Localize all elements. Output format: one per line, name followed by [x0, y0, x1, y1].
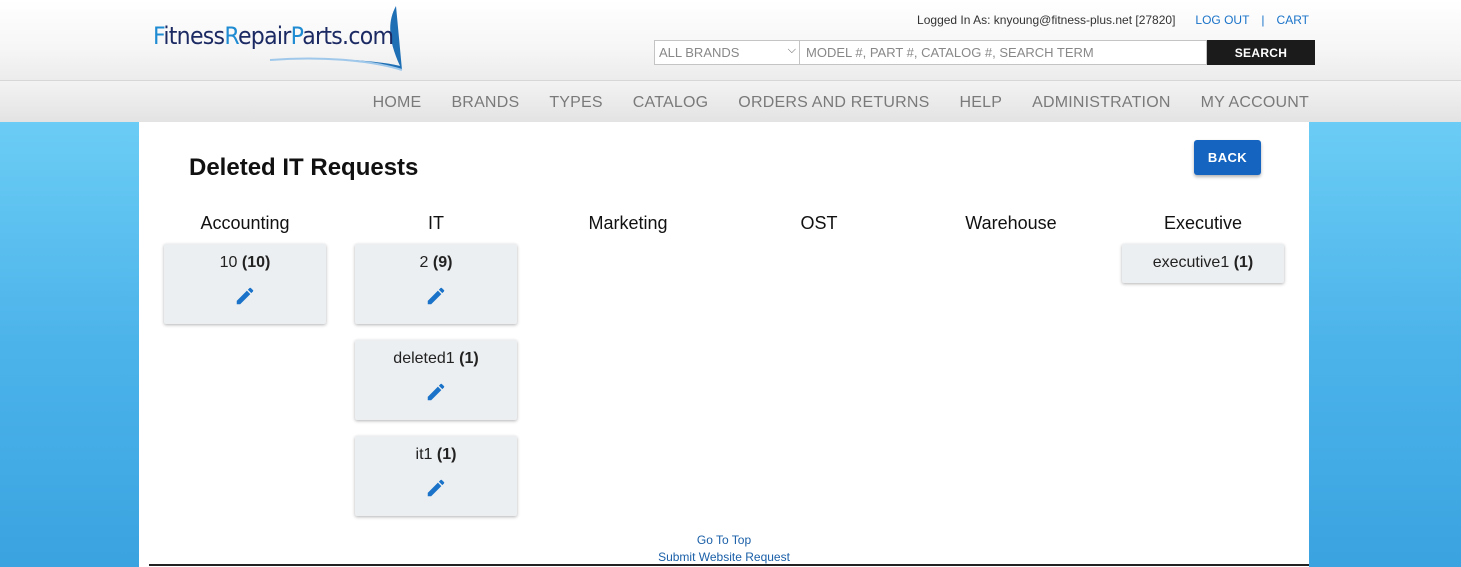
search-input[interactable]: MODEL #, PART #, CATALOG #, SEARCH TERM: [800, 40, 1207, 65]
card-label: executive1 (1): [1152, 254, 1254, 271]
page-title: Deleted IT Requests: [189, 154, 419, 181]
edit-pencil-icon[interactable]: [425, 285, 447, 307]
edit-pencil-icon[interactable]: [425, 477, 447, 499]
request-card[interactable]: it1 (1): [355, 436, 517, 516]
cart-link[interactable]: CART: [1277, 13, 1309, 27]
request-card[interactable]: 10 (10): [164, 244, 326, 324]
nav-administration[interactable]: ADMINISTRATION: [1032, 94, 1171, 112]
main-content: Deleted IT Requests BACK Accounting 10 (…: [139, 122, 1309, 567]
site-header: FitnessRepairParts.com Logged In As: kny…: [0, 0, 1461, 80]
column-marketing: Marketing: [547, 212, 709, 234]
logo-text: FitnessRepairParts.com: [153, 22, 394, 50]
go-to-top-link[interactable]: Go To Top: [139, 532, 1309, 549]
card-label: 2 (9): [419, 254, 453, 271]
edit-pencil-icon[interactable]: [234, 285, 256, 307]
nav-my-account[interactable]: MY ACCOUNT: [1201, 94, 1309, 112]
column-accounting: Accounting 10 (10): [164, 212, 326, 324]
back-button[interactable]: BACK: [1194, 140, 1261, 175]
brand-select-value: ALL BRANDS: [659, 45, 740, 60]
column-title: OST: [800, 213, 838, 233]
search-bar: ALL BRANDS ⌵ MODEL #, PART #, CATALOG #,…: [654, 40, 1315, 65]
separator: |: [1261, 13, 1265, 27]
card-label: 10 (10): [219, 254, 271, 271]
footer-links: Go To Top Submit Website Request: [139, 532, 1309, 566]
request-card[interactable]: 2 (9): [355, 244, 517, 324]
logged-in-label: Logged In As: knyoung@fitness-plus.net […: [917, 13, 1176, 27]
nav-help[interactable]: HELP: [959, 94, 1002, 112]
logout-link[interactable]: LOG OUT: [1195, 13, 1249, 27]
column-ost: OST: [738, 212, 900, 234]
nav-brands[interactable]: BRANDS: [451, 94, 519, 112]
column-title: Executive: [1163, 213, 1243, 233]
card-label: deleted1 (1): [393, 350, 479, 367]
brand-select[interactable]: ALL BRANDS ⌵: [654, 40, 800, 65]
column-title: IT: [428, 213, 444, 233]
column-warehouse: Warehouse: [930, 212, 1092, 234]
search-placeholder: MODEL #, PART #, CATALOG #, SEARCH TERM: [806, 45, 1094, 60]
nav-types[interactable]: TYPES: [549, 94, 602, 112]
card-label: it1 (1): [415, 446, 457, 463]
request-card[interactable]: deleted1 (1): [355, 340, 517, 420]
nav-catalog[interactable]: CATALOG: [633, 94, 709, 112]
main-nav: HOME BRANDS TYPES CATALOG ORDERS AND RET…: [0, 80, 1461, 122]
nav-home[interactable]: HOME: [373, 94, 422, 112]
request-card[interactable]: executive1 (1): [1122, 244, 1284, 283]
user-bar: Logged In As: knyoung@fitness-plus.net […: [917, 13, 1309, 27]
column-it: IT 2 (9) deleted1 (1) it1 (1): [355, 212, 517, 516]
column-title: Warehouse: [965, 213, 1057, 233]
column-title: Marketing: [588, 213, 668, 233]
site-logo[interactable]: FitnessRepairParts.com: [150, 4, 410, 74]
footer-divider: [149, 564, 1309, 566]
column-title: Accounting: [200, 213, 290, 233]
edit-pencil-icon[interactable]: [425, 381, 447, 403]
search-button[interactable]: SEARCH: [1207, 40, 1315, 65]
nav-orders-and-returns[interactable]: ORDERS AND RETURNS: [738, 94, 929, 112]
chevron-down-icon: ⌵: [787, 44, 796, 56]
column-executive: Executive executive1 (1): [1122, 212, 1284, 283]
